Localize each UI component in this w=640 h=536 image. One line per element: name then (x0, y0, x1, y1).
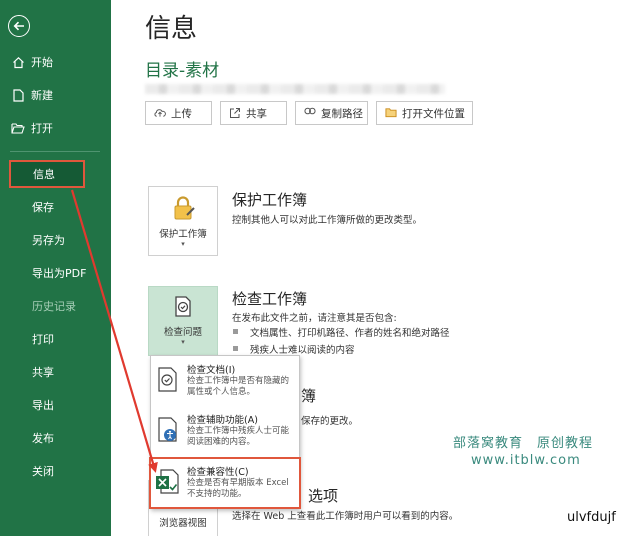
sidebar-item-label: 另存为 (32, 234, 65, 247)
link-icon (304, 107, 316, 119)
check-for-issues-button[interactable]: 检查问题 ▾ (148, 286, 218, 356)
sidebar-item-save-as[interactable]: 另存为 (0, 224, 111, 256)
sidebar-item-close[interactable]: 关闭 (0, 455, 111, 487)
upload-label: 上传 (171, 107, 192, 120)
check-for-issues-menu: 检查文档(I) 检查工作簿中是否有隐藏的属性或个人信息。 检查辅助功能(A) 检… (149, 355, 301, 509)
manage-title-fragment: 簿 (301, 387, 317, 405)
home-icon (11, 55, 25, 69)
open-location-label: 打开文件位置 (402, 107, 465, 120)
manage-description-fragment: 保存的更改。 (301, 416, 359, 427)
corner-watermark: ulvfdujf (567, 510, 616, 525)
back-icon[interactable] (8, 15, 30, 37)
inspect-document-icon (155, 365, 181, 395)
sidebar-item-label: 导出为PDF (32, 267, 87, 280)
document-name: 目录-素材 (145, 61, 220, 81)
sidebar-item-open[interactable]: 打开 (0, 112, 111, 144)
excel-compatibility-icon (155, 467, 181, 497)
sidebar-item-label: 共享 (32, 366, 54, 379)
sidebar-item-label: 新建 (31, 89, 53, 102)
sidebar-item-home[interactable]: 开始 (0, 46, 111, 78)
menu-item-title: 检查兼容性(C) (187, 467, 249, 478)
inspect-bullet: 文档属性、打印机路径、作者的姓名和绝对路径 (233, 325, 450, 339)
page-title: 信息 (145, 14, 198, 44)
sidebar-item-export[interactable]: 导出 (0, 389, 111, 421)
watermark-line-2: www.itblw.com (471, 453, 581, 468)
protect-title: 保护工作簿 (232, 191, 308, 209)
sidebar-item-new[interactable]: 新建 (0, 79, 111, 111)
sidebar-item-save[interactable]: 保存 (0, 191, 111, 223)
share-button[interactable]: 共享 (220, 101, 287, 125)
menu-item-description: 检查是否有早期版本 Excel 不支持的功能。 (187, 478, 289, 499)
sidebar-item-label: 信息 (33, 168, 55, 181)
cloud-upload-icon (154, 107, 166, 119)
backstage-sidebar: 开始 新建 打开 信息 保存 另存为 导出为PDF 历史记录 打印 共享 导出 … (0, 0, 111, 536)
sidebar-item-export-pdf[interactable]: 导出为PDF (0, 257, 111, 289)
chevron-down-icon: ▾ (181, 240, 185, 248)
sidebar-divider (10, 151, 100, 152)
sidebar-item-label: 导出 (32, 399, 54, 412)
folder-open-icon (11, 121, 25, 135)
chevron-down-icon: ▾ (181, 338, 185, 346)
sidebar-item-label: 打开 (31, 122, 53, 135)
sidebar-item-share[interactable]: 共享 (0, 356, 111, 388)
share-label: 共享 (246, 107, 267, 120)
protect-workbook-button[interactable]: 保护工作簿 ▾ (148, 186, 218, 256)
check-for-issues-label: 检查问题 (163, 327, 202, 338)
protect-button-label: 保护工作簿 (159, 229, 207, 240)
menu-item-description: 检查工作簿中残疾人士可能阅读困难的内容。 (187, 426, 290, 447)
menu-item-title: 检查文档(I) (187, 365, 236, 376)
open-file-location-button[interactable]: 打开文件位置 (376, 101, 473, 125)
copy-path-label: 复制路径 (321, 107, 363, 120)
menu-item-description: 检查工作簿中是否有隐藏的属性或个人信息。 (187, 376, 290, 397)
sidebar-item-info[interactable]: 信息 (9, 160, 85, 188)
share-icon (229, 107, 241, 119)
sidebar-item-label: 关闭 (32, 465, 54, 478)
menu-item-title: 检查辅助功能(A) (187, 415, 258, 426)
menu-item-inspect-document[interactable]: 检查文档(I) 检查工作簿中是否有隐藏的属性或个人信息。 (151, 357, 299, 405)
sidebar-item-publish[interactable]: 发布 (0, 422, 111, 454)
copy-path-button[interactable]: 复制路径 (295, 101, 368, 125)
sidebar-item-label: 发布 (32, 432, 54, 445)
inspect-title: 检查工作簿 (232, 290, 308, 308)
menu-item-check-compatibility[interactable]: 检查兼容性(C) 检查是否有早期版本 Excel 不支持的功能。 (149, 457, 301, 509)
sidebar-item-history[interactable]: 历史记录 (0, 290, 111, 322)
sidebar-item-label: 保存 (32, 201, 54, 214)
lock-icon (170, 195, 196, 224)
protect-description: 控制其他人可以对此工作簿所做的更改类型。 (232, 215, 423, 226)
sidebar-item-print[interactable]: 打印 (0, 323, 111, 355)
accessibility-icon (155, 415, 181, 445)
document-path-blurred (145, 84, 445, 94)
sidebar-item-label: 打印 (32, 333, 54, 346)
browser-title-fragment: 选项 (308, 487, 339, 505)
menu-item-check-accessibility[interactable]: 检查辅助功能(A) 检查工作簿中残疾人士可能阅读困难的内容。 (151, 407, 299, 455)
browser-view-label: 浏览器视图 (159, 518, 207, 529)
folder-icon (385, 107, 397, 119)
upload-button[interactable]: 上传 (145, 101, 212, 125)
browser-description: 选择在 Web 上查看此工作簿时用户可以看到的内容。 (232, 511, 459, 522)
sidebar-item-label: 历史记录 (32, 300, 76, 313)
inspect-description: 在发布此文件之前，请注意其是否包含: (232, 313, 397, 324)
inspect-document-icon (171, 295, 195, 322)
watermark-line-1: 部落窝教育 原创教程 (453, 436, 594, 451)
inspect-bullet: 残疾人士难以阅读的内容 (233, 342, 355, 356)
sidebar-item-label: 开始 (31, 56, 53, 69)
new-document-icon (11, 88, 25, 102)
